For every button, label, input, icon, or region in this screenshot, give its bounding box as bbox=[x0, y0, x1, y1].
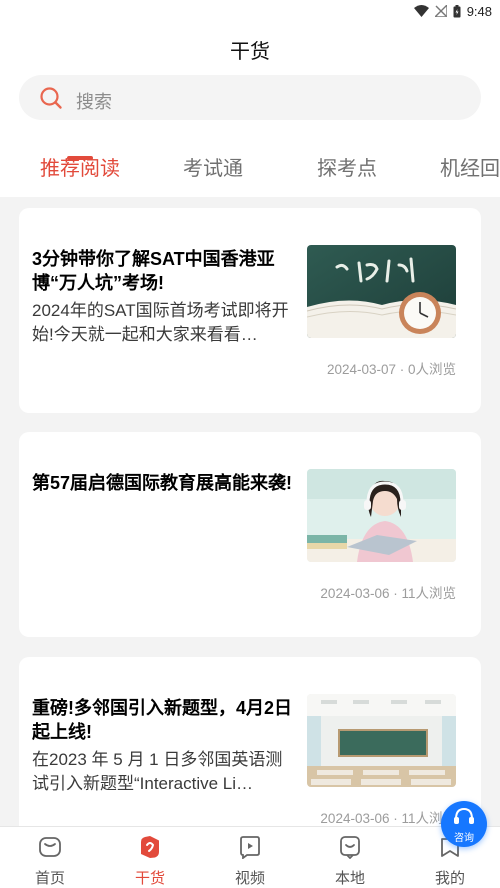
tab-bar: 推荐阅读 考试通 探考点 机经回 bbox=[0, 142, 500, 192]
article-meta: 2024-03-06 · 11人浏览 bbox=[320, 586, 456, 601]
article-description: 在2023 年 5 月 1 日多邻国英语测试引入新题型“Interactive … bbox=[32, 750, 283, 793]
headset-icon bbox=[454, 807, 474, 824]
nav-label: 干货 bbox=[134, 870, 165, 887]
wifi-icon bbox=[413, 5, 429, 17]
signal-off-icon bbox=[434, 5, 447, 17]
nav-label: 首页 bbox=[34, 870, 65, 887]
home-icon bbox=[39, 837, 61, 857]
status-icons: 9:48 bbox=[413, 3, 492, 19]
article-meta: 2024-03-07 · 0人浏览 bbox=[326, 362, 456, 377]
page-title: 干货 bbox=[230, 41, 270, 63]
student-headphones-image bbox=[307, 469, 456, 562]
article-meta: 2024-03-06 · 11人浏览 bbox=[320, 811, 456, 826]
nav-label: 我的 bbox=[434, 870, 465, 887]
article-card[interactable]: 第57届启德国际教育展高能来袭! 2024-03-06 · 11人浏览 bbox=[19, 432, 481, 637]
bottom-nav: 首页 干货 视频 本地 我的 bbox=[0, 826, 500, 888]
article-card[interactable]: 3分钟带你了解SAT中国香港亚博“万人坑”考场! 2024年的SAT国际首场考试… bbox=[19, 208, 481, 413]
video-icon bbox=[240, 836, 260, 859]
consult-label: 咨询 bbox=[454, 833, 474, 844]
nav-item-video[interactable]: 视频 bbox=[200, 827, 300, 888]
active-tab-indicator bbox=[67, 156, 93, 160]
battery-icon bbox=[453, 4, 461, 17]
article-title[interactable]: 第57届启德国际教育展高能来袭! bbox=[32, 471, 294, 495]
search-icon bbox=[40, 87, 62, 109]
chalkboard-clock-image bbox=[307, 245, 456, 338]
search-input[interactable]: 搜索 bbox=[19, 75, 481, 120]
nav-item-local[interactable]: 本地 bbox=[300, 827, 400, 888]
article-title[interactable]: 3分钟带你了解SAT中国香港亚博“万人坑”考场! bbox=[32, 247, 294, 295]
header: 干货 搜索 推荐阅读 考试通 探考点 机经回 bbox=[0, 22, 500, 197]
nav-label: 视频 bbox=[234, 870, 265, 887]
tab-past-exams[interactable]: 机经回 bbox=[440, 152, 500, 181]
tab-exam-pass[interactable]: 考试通 bbox=[183, 152, 243, 181]
search-placeholder: 搜索 bbox=[76, 92, 112, 112]
nav-item-dry-goods[interactable]: 干货 bbox=[100, 827, 200, 888]
classroom-image bbox=[307, 694, 456, 787]
status-time: 9:48 bbox=[466, 3, 492, 19]
nav-item-home[interactable]: 首页 bbox=[0, 827, 100, 888]
tab-explore-test-centers[interactable]: 探考点 bbox=[317, 152, 377, 181]
nav-label: 本地 bbox=[334, 870, 365, 887]
dry-goods-icon bbox=[141, 836, 159, 858]
status-bar: 9:48 bbox=[0, 0, 500, 22]
consult-button[interactable]: 咨询 bbox=[441, 801, 487, 847]
local-icon bbox=[340, 836, 360, 859]
article-description: 2024年的SAT国际首场考试即将开始!今天就一起和大家来看看… bbox=[32, 301, 289, 344]
article-title[interactable]: 重磅!多邻国引入新题型，4月2日起上线! bbox=[32, 696, 294, 744]
